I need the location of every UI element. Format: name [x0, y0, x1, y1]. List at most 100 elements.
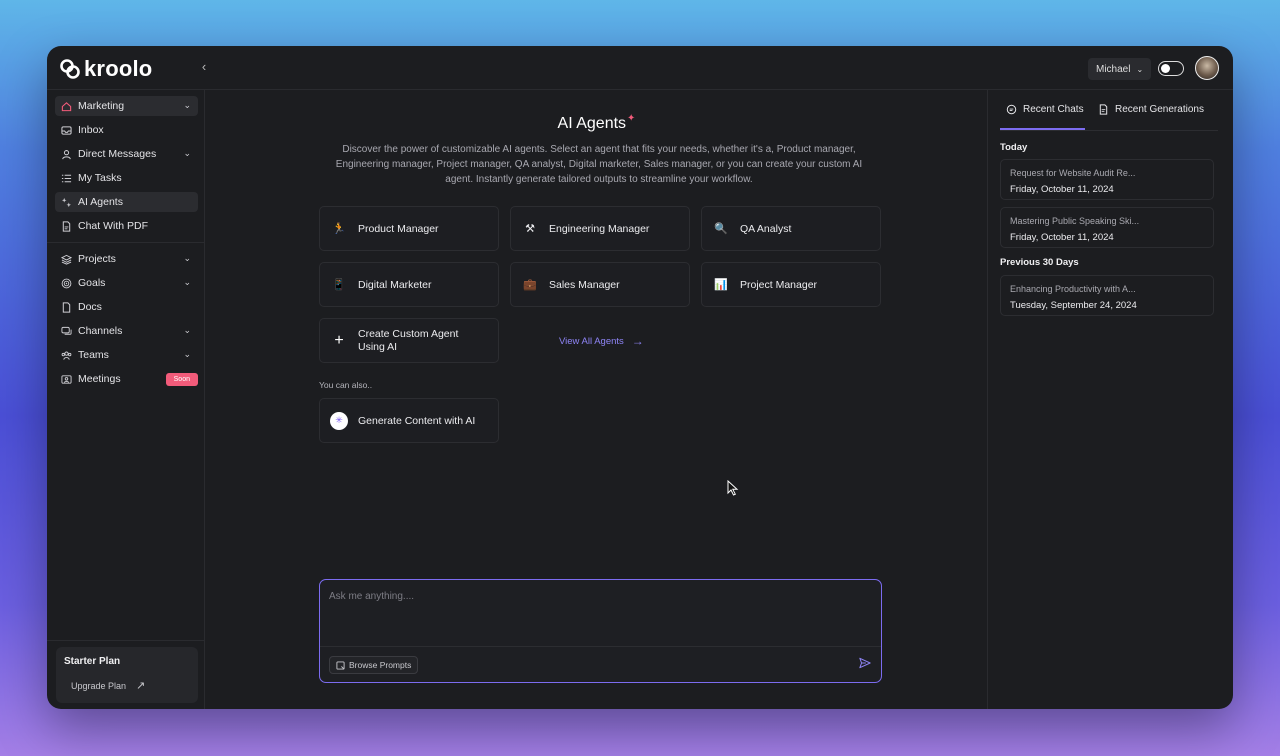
list-icon [61, 174, 72, 182]
section-label-today: Today [1000, 142, 1028, 153]
chevron-down-icon[interactable]: ⌄ [183, 100, 191, 111]
page-title-text: AI Agents [557, 115, 627, 132]
chat-title: Enhancing Productivity with A... [1010, 284, 1136, 294]
sidebar-item-marketing[interactable]: Marketing ⌄ [55, 96, 198, 116]
soon-badge: Soon [165, 373, 198, 386]
tab-recent-chats[interactable]: Recent Chats [1000, 104, 1085, 130]
pdf-icon [62, 220, 71, 232]
agent-card-digital-marketer[interactable]: 📱 Digital Marketer [319, 262, 499, 307]
create-custom-agent-button[interactable]: + Create Custom Agent Using AI [319, 318, 499, 363]
tab-recent-generations[interactable]: Recent Generations [1098, 104, 1204, 130]
chat-input[interactable] [329, 591, 869, 631]
agent-card-project-manager[interactable]: 📊 Project Manager [701, 262, 881, 307]
sidebar-item-teams[interactable]: Teams ⌄ [55, 345, 198, 365]
logo[interactable]: kroolo [59, 56, 152, 82]
send-icon [859, 657, 871, 669]
upgrade-plan-label: Upgrade Plan [71, 680, 127, 691]
chat-bubble-icon [1006, 104, 1017, 115]
sidebar-item-meetings[interactable]: Meetings Soon [55, 369, 198, 389]
chevron-down-icon[interactable]: ⌄ [183, 325, 191, 336]
sidebar-item-my-tasks[interactable]: My Tasks [55, 168, 198, 188]
logo-mark-icon [60, 59, 80, 79]
layers-icon [61, 254, 72, 265]
sidebar-item-chat-with-pdf[interactable]: Chat With PDF [55, 216, 198, 236]
sidebar-item-goals[interactable]: Goals ⌄ [55, 273, 198, 293]
app-window: kroolo ‹ Michael ⌄ Marketing ⌄ Inbox Dir… [47, 46, 1233, 709]
agent-label: QA Analyst [740, 222, 792, 235]
chevron-down-icon[interactable]: ⌄ [183, 277, 191, 288]
upgrade-plan-link[interactable]: Upgrade Plan ↗ [71, 679, 145, 692]
tabs-divider [1000, 130, 1218, 131]
chat-date: Tuesday, September 24, 2024 [1010, 300, 1137, 311]
bookmark-icon [336, 660, 345, 670]
agent-label: Engineering Manager [549, 222, 650, 235]
chevron-down-icon[interactable]: ⌄ [183, 148, 191, 159]
sidebar-item-label: Direct Messages [78, 148, 157, 160]
recent-chat-item[interactable]: Request for Website Audit Re... Friday, … [1000, 159, 1214, 200]
section-label-previous-30-days: Previous 30 Days [1000, 257, 1079, 268]
person-icon [62, 149, 71, 159]
target-icon [61, 278, 72, 288]
send-button[interactable] [857, 657, 873, 673]
chevron-left-icon: ‹ [201, 59, 207, 74]
sidebar-item-label: My Tasks [78, 172, 122, 184]
sidebar: Marketing ⌄ Inbox Direct Messages ⌄ My T… [47, 89, 205, 709]
sidebar-item-ai-agents[interactable]: AI Agents [55, 192, 198, 212]
agent-label: Digital Marketer [358, 278, 432, 291]
chat-divider [320, 646, 881, 647]
magnifier-icon: 🔍 [714, 223, 728, 235]
chevron-down-icon[interactable]: ⌄ [183, 349, 191, 360]
also-label: You can also.. [319, 380, 373, 390]
document-icon [1099, 104, 1108, 115]
agent-card-product-manager[interactable]: 🏃 Product Manager [319, 206, 499, 251]
ai-generate-icon: ✳ [330, 411, 348, 430]
sidebar-item-label: Teams [78, 349, 109, 361]
mouse-cursor-icon [727, 480, 739, 496]
doc-icon [62, 301, 71, 313]
sidebar-divider [47, 640, 205, 641]
chat-date: Friday, October 11, 2024 [1010, 232, 1114, 243]
chevron-down-icon[interactable]: ⌄ [183, 253, 191, 264]
generate-content-button[interactable]: ✳ Generate Content with AI [319, 398, 499, 443]
sidebar-item-projects[interactable]: Projects ⌄ [55, 249, 198, 269]
inbox-icon [61, 125, 72, 135]
chevron-down-icon: ⌄ [1136, 64, 1144, 74]
browse-prompts-label: Browse Prompts [349, 660, 412, 670]
sidebar-divider [47, 242, 205, 243]
view-all-agents-link[interactable]: View All Agents → [559, 334, 644, 348]
collapse-sidebar-button[interactable]: ‹ [197, 60, 211, 74]
plus-icon: + [334, 331, 344, 349]
recent-chat-item[interactable]: Mastering Public Speaking Ski... Friday,… [1000, 207, 1214, 248]
recent-chat-item[interactable]: Enhancing Productivity with A... Tuesday… [1000, 275, 1214, 316]
sidebar-item-inbox[interactable]: Inbox [55, 120, 198, 140]
theme-toggle[interactable] [1158, 61, 1184, 76]
agent-card-qa-analyst[interactable]: 🔍 QA Analyst [701, 206, 881, 251]
sidebar-item-docs[interactable]: Docs [55, 297, 198, 317]
sidebar-item-label: Chat With PDF [78, 220, 149, 232]
logo-text: kroolo [84, 56, 153, 81]
browse-prompts-button[interactable]: Browse Prompts [329, 656, 419, 674]
page-title: AI Agents✦ [205, 113, 987, 133]
user-dropdown[interactable]: Michael ⌄ [1088, 58, 1152, 80]
main-content: AI Agents✦ Discover the power of customi… [205, 89, 987, 709]
sidebar-item-label: Docs [78, 301, 102, 313]
generate-content-label: Generate Content with AI [358, 414, 476, 427]
sidebar-item-label: AI Agents [78, 196, 123, 208]
chat-date: Friday, October 11, 2024 [1010, 184, 1114, 195]
chat-icon [61, 326, 72, 335]
sidebar-item-direct-messages[interactable]: Direct Messages ⌄ [55, 144, 198, 164]
sidebar-item-channels[interactable]: Channels ⌄ [55, 321, 198, 341]
agent-label: Project Manager [740, 278, 818, 291]
agent-card-sales-manager[interactable]: 💼 Sales Manager [510, 262, 690, 307]
tab-label: Recent Chats [1023, 104, 1084, 115]
user-name: Michael [1096, 63, 1131, 75]
sparkle-icon: ✦ [627, 113, 636, 124]
create-custom-agent-label: Create Custom Agent Using AI [358, 327, 459, 353]
sidebar-item-label: Marketing [78, 100, 125, 112]
toggle-knob [1161, 63, 1170, 73]
sidebar-item-label: Inbox [78, 124, 104, 136]
top-bar: kroolo ‹ Michael ⌄ [47, 46, 1233, 89]
home-icon [61, 101, 72, 111]
agent-card-engineering-manager[interactable]: ⚒ Engineering Manager [510, 206, 690, 251]
avatar[interactable] [1195, 56, 1219, 80]
